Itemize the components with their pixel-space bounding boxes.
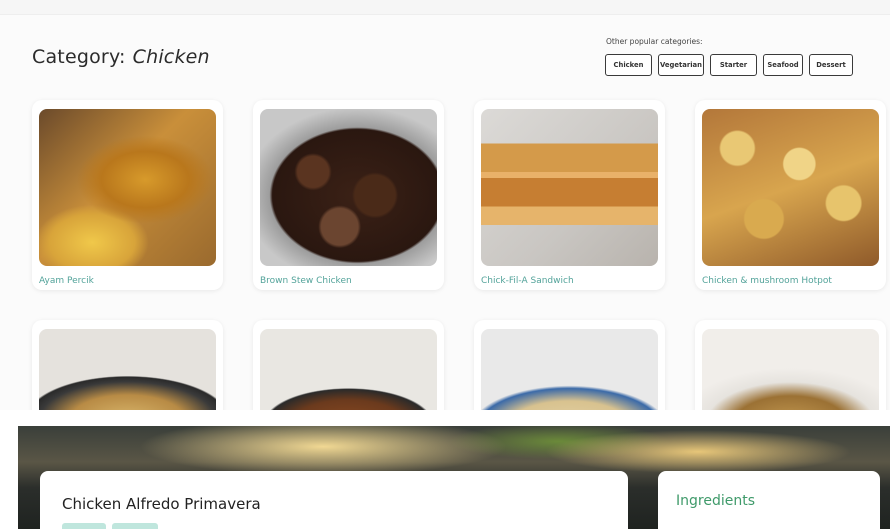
category-pill-seafood[interactable]: Seafood xyxy=(763,54,803,76)
recipe-tag[interactable] xyxy=(112,523,158,529)
meal-card[interactable] xyxy=(253,320,444,410)
meal-image[interactable] xyxy=(481,329,658,410)
meal-card[interactable]: Chick-Fil-A Sandwich xyxy=(474,100,665,290)
meal-image[interactable] xyxy=(39,109,216,266)
category-pill-chicken[interactable]: Chicken xyxy=(605,54,652,76)
meal-card[interactable] xyxy=(474,320,665,410)
recipe-title: Chicken Alfredo Primavera xyxy=(62,495,261,513)
meal-card[interactable]: Chicken & mushroom Hotpot xyxy=(695,100,886,290)
ingredients-card: Ingredients xyxy=(658,471,880,529)
category-pill-vegetarian[interactable]: Vegetarian xyxy=(658,54,704,76)
popular-categories-label: Other popular categories: xyxy=(606,37,703,46)
meal-card[interactable] xyxy=(32,320,223,410)
meal-image[interactable] xyxy=(702,329,879,410)
meal-image[interactable] xyxy=(481,109,658,266)
meal-image[interactable] xyxy=(702,109,879,266)
meal-name[interactable]: Chick-Fil-A Sandwich xyxy=(481,276,574,286)
recipe-card: Chicken Alfredo Primavera xyxy=(40,471,628,529)
meal-name[interactable]: Chicken & mushroom Hotpot xyxy=(702,276,832,286)
category-label: Category: xyxy=(32,46,126,68)
meal-image[interactable] xyxy=(260,329,437,410)
screenshot-divider xyxy=(0,410,890,426)
top-strip xyxy=(0,0,890,15)
recipe-tag[interactable] xyxy=(62,523,106,529)
category-value: Chicken xyxy=(132,46,210,68)
meal-card[interactable]: Ayam Percik xyxy=(32,100,223,290)
meal-card[interactable] xyxy=(695,320,886,410)
meal-name[interactable]: Ayam Percik xyxy=(39,276,94,286)
category-pill-dessert[interactable]: Dessert xyxy=(809,54,853,76)
popular-categories-list: Chicken Vegetarian Starter Seafood Desse… xyxy=(605,54,853,76)
meal-image[interactable] xyxy=(260,109,437,266)
category-page-view: Category: Chicken Other popular categorie… xyxy=(0,0,890,410)
ingredients-heading: Ingredients xyxy=(676,493,755,509)
meal-name[interactable]: Brown Stew Chicken xyxy=(260,276,352,286)
category-heading: Category: Chicken xyxy=(32,46,210,68)
category-pill-starter[interactable]: Starter xyxy=(710,54,757,76)
recipe-hero-image: Chicken Alfredo Primavera Ingredients xyxy=(18,426,890,529)
meal-image[interactable] xyxy=(39,329,216,410)
meal-card[interactable]: Brown Stew Chicken xyxy=(253,100,444,290)
